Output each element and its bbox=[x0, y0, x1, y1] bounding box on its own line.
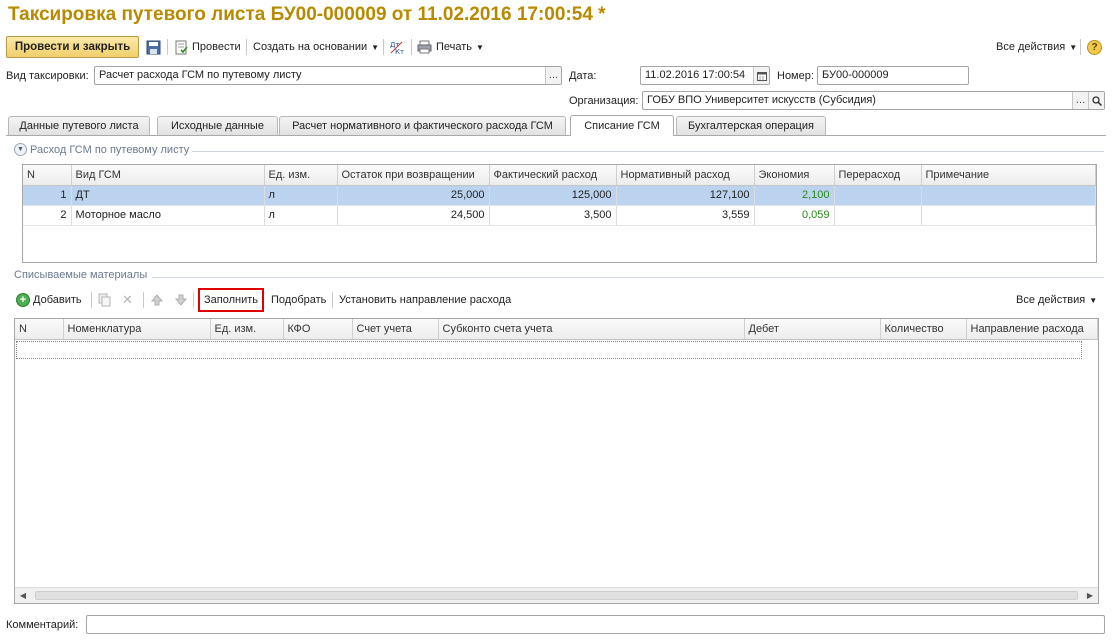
tab-bar: Данные путевого листа Исходные данные Ра… bbox=[6, 115, 1106, 136]
all-actions-button[interactable]: Все действия ▼ bbox=[1016, 289, 1097, 311]
pick-button[interactable]: Подобрать bbox=[271, 289, 326, 311]
tab-waybill-data[interactable]: Данные путевого листа bbox=[8, 116, 150, 135]
post-icon bbox=[174, 40, 189, 55]
copy-icon[interactable] bbox=[98, 289, 112, 311]
materials-section-header: Списываемые материалы bbox=[14, 269, 148, 281]
column-header[interactable]: Остаток при возвращении bbox=[337, 165, 490, 186]
empty-row-cursor bbox=[16, 341, 1082, 359]
table-row[interactable]: 1 ДТ л 25,000 125,000 127,100 2,100 bbox=[23, 185, 1096, 206]
materials-toolbar: + Добавить ✕ Заполнить Подобрать Установ… bbox=[14, 288, 1100, 312]
search-icon[interactable] bbox=[1088, 92, 1104, 109]
scroll-thumb[interactable] bbox=[35, 591, 1078, 600]
dt-kt-icon[interactable]: Дт Кт bbox=[389, 36, 405, 58]
scroll-left-icon[interactable]: ◀ bbox=[15, 588, 31, 603]
date-label: Дата: bbox=[569, 70, 597, 82]
collapse-icon[interactable]: ▼ bbox=[14, 143, 27, 156]
fill-button[interactable]: Заполнить bbox=[198, 288, 264, 312]
date-field[interactable]: 11.02.2016 17:00:54 bbox=[640, 66, 770, 85]
help-icon[interactable]: ? bbox=[1087, 36, 1102, 58]
all-actions-button[interactable]: Все действия ▼ bbox=[996, 36, 1077, 58]
add-button[interactable]: + Добавить bbox=[16, 289, 82, 311]
column-header[interactable]: Номенклатура bbox=[63, 319, 211, 340]
column-header[interactable]: Ед. изм. bbox=[210, 319, 284, 340]
comment-field[interactable] bbox=[86, 615, 1105, 634]
tab-source-data[interactable]: Исходные данные bbox=[157, 116, 278, 135]
svg-text:Кт: Кт bbox=[395, 48, 404, 55]
plus-icon: + bbox=[16, 293, 30, 307]
column-header[interactable]: Нормативный расход bbox=[616, 165, 755, 186]
chevron-down-icon: ▼ bbox=[1089, 295, 1098, 305]
column-header[interactable]: Вид ГСМ bbox=[71, 165, 265, 186]
taxing-type-label: Вид таксировки: bbox=[6, 70, 89, 82]
move-up-icon[interactable] bbox=[151, 289, 163, 311]
taxing-type-field[interactable]: Расчет расхода ГСМ по путевому листу … bbox=[94, 66, 562, 85]
column-header[interactable]: Экономия bbox=[754, 165, 835, 186]
column-header[interactable]: Перерасход bbox=[834, 165, 922, 186]
column-header[interactable]: Дебет bbox=[744, 319, 881, 340]
column-header[interactable]: Фактический расход bbox=[489, 165, 617, 186]
column-header[interactable]: Направление расхода bbox=[966, 319, 1098, 340]
materials-table[interactable]: N Номенклатура Ед. изм. КФО Счет учета С… bbox=[14, 318, 1099, 604]
column-header[interactable]: КФО bbox=[283, 319, 353, 340]
post-button[interactable]: Провести bbox=[174, 36, 241, 58]
printer-icon bbox=[417, 40, 432, 54]
comment-label: Комментарий: bbox=[6, 619, 79, 631]
column-header[interactable]: Количество bbox=[880, 319, 967, 340]
number-label: Номер: bbox=[777, 70, 814, 82]
organization-field[interactable]: ГОБУ ВПО Университет искусств (Субсидия)… bbox=[642, 91, 1105, 110]
chevron-down-icon: ▼ bbox=[371, 42, 380, 52]
set-direction-button[interactable]: Установить направление расхода bbox=[339, 289, 511, 311]
create-based-on-button[interactable]: Создать на основании ▼ bbox=[253, 36, 379, 58]
scroll-right-icon[interactable]: ▶ bbox=[1082, 588, 1098, 603]
chevron-down-icon: ▼ bbox=[1069, 42, 1078, 52]
move-down-icon[interactable] bbox=[175, 289, 187, 311]
select-button[interactable]: … bbox=[545, 67, 561, 84]
calendar-icon[interactable] bbox=[753, 67, 769, 84]
select-button[interactable]: … bbox=[1072, 92, 1088, 109]
column-header[interactable]: Субконто счета учета bbox=[438, 319, 745, 340]
save-icon[interactable] bbox=[146, 36, 161, 58]
column-header[interactable]: Примечание bbox=[921, 165, 1096, 186]
column-header[interactable]: N bbox=[23, 165, 72, 186]
column-header[interactable]: Ед. изм. bbox=[264, 165, 338, 186]
main-toolbar: Провести и закрыть Провести Создать на о… bbox=[6, 36, 1106, 58]
tab-fuel-calculation[interactable]: Расчет нормативного и фактического расхо… bbox=[279, 116, 566, 135]
number-field[interactable]: БУ00-000009 bbox=[817, 66, 969, 85]
table-row[interactable]: 2 Моторное масло л 24,500 3,500 3,559 0,… bbox=[23, 205, 1096, 226]
fuel-table[interactable]: N Вид ГСМ Ед. изм. Остаток при возвращен… bbox=[22, 164, 1097, 263]
horizontal-scrollbar[interactable]: ◀ ▶ bbox=[15, 587, 1098, 603]
tab-accounting-operation[interactable]: Бухгалтерская операция bbox=[676, 116, 826, 135]
page-title: Таксировка путевого листа БУ00-000009 от… bbox=[8, 4, 606, 25]
column-header[interactable]: N bbox=[15, 319, 64, 340]
tab-fuel-write-off[interactable]: Списание ГСМ bbox=[570, 115, 674, 136]
delete-icon[interactable]: ✕ bbox=[122, 289, 133, 311]
chevron-down-icon: ▼ bbox=[476, 42, 484, 52]
post-and-close-button[interactable]: Провести и закрыть bbox=[6, 36, 139, 58]
fuel-section-header[interactable]: ▼ Расход ГСМ по путевому листу bbox=[14, 143, 189, 156]
organization-label: Организация: bbox=[569, 95, 639, 107]
column-header[interactable]: Счет учета bbox=[352, 319, 439, 340]
print-button[interactable]: Печать ▼ bbox=[417, 36, 484, 58]
